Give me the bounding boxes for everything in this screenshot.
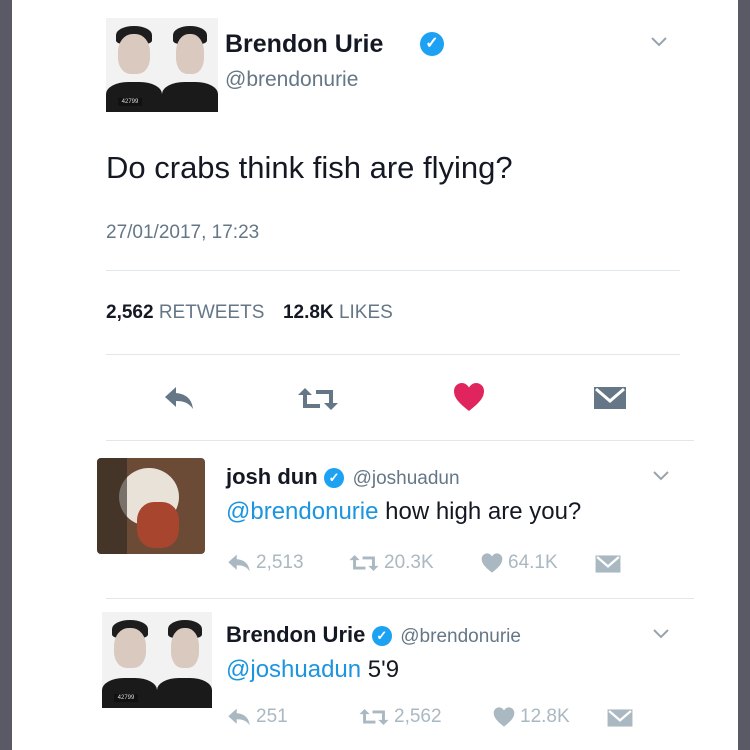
reply-2-avatar[interactable]: 42799 bbox=[102, 612, 212, 708]
likes-count[interactable]: 12.8K bbox=[283, 302, 334, 323]
chevron-down-icon[interactable] bbox=[652, 628, 670, 640]
reply-1-mention[interactable]: @brendonurie bbox=[226, 498, 378, 525]
mugshot-side bbox=[162, 18, 218, 112]
tweet-timestamp: 27/01/2017, 17:23 bbox=[106, 222, 260, 243]
reply-1-header: josh dun ✓ @joshuadun bbox=[226, 464, 460, 492]
like-icon-filled[interactable] bbox=[452, 381, 486, 413]
reply-1-like-action[interactable]: 64.1K bbox=[480, 552, 558, 574]
reply-1-text: @brendonurie how high are you? bbox=[226, 498, 581, 526]
reply-icon bbox=[228, 554, 250, 572]
verified-badge-icon: ✓ bbox=[324, 467, 345, 488]
reply-2-mention[interactable]: @joshuadun bbox=[226, 656, 361, 683]
author-name[interactable]: Brendon Urie bbox=[225, 30, 383, 59]
direct-message-icon[interactable] bbox=[592, 384, 628, 412]
reply-2-likes-count: 12.8K bbox=[520, 706, 570, 727]
reply-2-author-handle[interactable]: @brendonurie bbox=[400, 626, 521, 647]
reply-1-retweets-count: 20.3K bbox=[384, 552, 434, 573]
reply-2-retweets-count: 2,562 bbox=[394, 706, 442, 727]
main-avatar[interactable]: 42799 bbox=[106, 18, 218, 112]
mugshot-front: 42799 bbox=[102, 612, 157, 708]
retweet-icon bbox=[359, 709, 389, 725]
mugshot-front: 42799 bbox=[106, 18, 162, 112]
verified-badge-icon: ✓ bbox=[371, 625, 392, 646]
reply-1-likes-count: 64.1K bbox=[508, 552, 558, 573]
reply-1-body: how high are you? bbox=[378, 498, 582, 525]
chevron-down-icon[interactable] bbox=[652, 470, 670, 482]
reply-1-retweet-action[interactable]: 20.3K bbox=[348, 552, 434, 574]
reply-1-avatar[interactable] bbox=[97, 458, 205, 554]
chevron-down-icon[interactable] bbox=[650, 36, 668, 48]
divider bbox=[106, 440, 694, 441]
verified-badge-icon: ✓ bbox=[420, 32, 444, 56]
tweet-text: Do crabs think fish are flying? bbox=[106, 150, 513, 185]
reply-2-reply-action[interactable]: 251 bbox=[226, 706, 288, 728]
reply-2-header: Brendon Urie ✓ @brendonurie bbox=[226, 622, 521, 650]
reply-icon bbox=[228, 708, 250, 726]
retweet-icon bbox=[349, 555, 379, 571]
retweet-icon[interactable] bbox=[296, 384, 340, 414]
direct-message-icon[interactable] bbox=[594, 553, 622, 575]
retweets-count[interactable]: 2,562 bbox=[106, 302, 154, 323]
reply-2-like-action[interactable]: 12.8K bbox=[492, 706, 570, 728]
reply-2-replies-count: 251 bbox=[256, 706, 288, 727]
likes-label[interactable]: LIKES bbox=[339, 302, 393, 323]
reply-2-retweet-action[interactable]: 2,562 bbox=[358, 706, 442, 728]
tweet-thread-card: 42799 Brendon Urie ✓ @brendonurie Do cra… bbox=[12, 0, 738, 750]
divider bbox=[106, 270, 680, 271]
direct-message-icon[interactable] bbox=[606, 707, 634, 729]
mugshot-side bbox=[157, 612, 212, 708]
author-handle[interactable]: @brendonurie bbox=[225, 68, 358, 92]
reply-1-replies-count: 2,513 bbox=[256, 552, 304, 573]
like-icon bbox=[481, 553, 503, 573]
reply-2-author-name[interactable]: Brendon Urie bbox=[226, 622, 365, 647]
reply-icon[interactable] bbox=[162, 384, 196, 412]
reply-1-author-name[interactable]: josh dun bbox=[226, 464, 318, 489]
retweets-label[interactable]: RETWEETS bbox=[159, 302, 265, 323]
reply-2-body: 5'9 bbox=[361, 656, 400, 683]
reply-1-author-handle[interactable]: @joshuadun bbox=[353, 468, 460, 489]
reply-2-text: @joshuadun 5'9 bbox=[226, 656, 399, 684]
divider bbox=[106, 598, 694, 599]
tweet-stats: 2,562 RETWEETS 12.8K LIKES bbox=[106, 302, 393, 324]
like-icon bbox=[493, 707, 515, 727]
reply-1-reply-action[interactable]: 2,513 bbox=[226, 552, 304, 574]
divider bbox=[106, 354, 680, 355]
